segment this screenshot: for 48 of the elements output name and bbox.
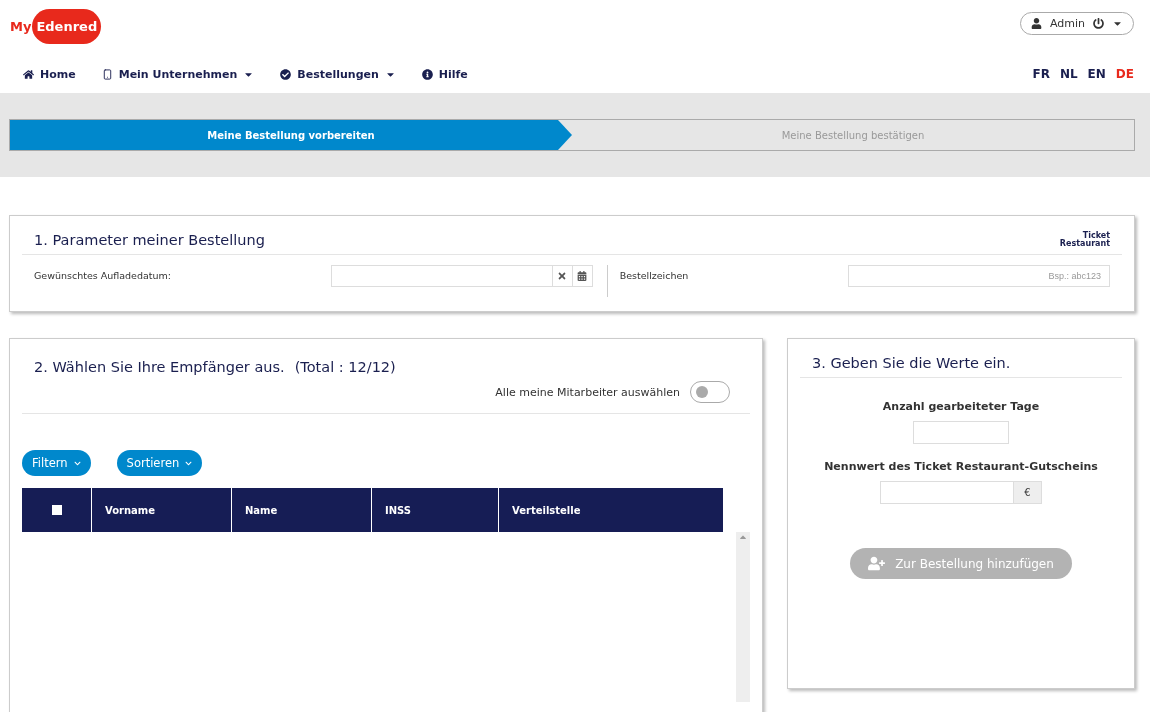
days-field[interactable] (913, 421, 1009, 444)
nav-link[interactable]: Bestellungen (280, 68, 396, 81)
toggle-label: Alle meine Mitarbeiter auswählen (495, 385, 680, 399)
logo[interactable]: My Edenred (10, 8, 468, 44)
user-menu-button[interactable]: Admin (1019, 12, 1134, 35)
logo-badge: Edenred (32, 8, 102, 44)
column-header[interactable]: Name (232, 488, 372, 532)
dropdown-button[interactable]: Sortieren (116, 450, 203, 476)
language-link[interactable]: EN (1087, 67, 1106, 81)
select-all-checkbox[interactable] (51, 505, 62, 515)
field-label: Anzahl gearbeiteter Tage (882, 400, 1040, 413)
column-header[interactable]: INSS (372, 488, 499, 532)
step: Meine Bestellung bestätigen (572, 120, 1134, 150)
language-link[interactable]: NL (1059, 67, 1078, 81)
power-icon (1093, 18, 1104, 29)
language-link[interactable]: FR (1032, 67, 1050, 81)
scrollbar[interactable] (736, 532, 750, 702)
language-link[interactable]: DE (1115, 67, 1134, 81)
add-user-icon (868, 555, 886, 572)
chevron-icon (185, 459, 193, 467)
field-label: Nennwert des Ticket Restaurant-Gutscheins (824, 460, 1098, 473)
clear-icon[interactable] (557, 271, 568, 281)
dropdown-button[interactable]: Filtern (22, 450, 91, 476)
brand-text: Restaurant (1059, 240, 1110, 248)
calendar-icon[interactable] (577, 271, 588, 281)
total-count: (Total : 12/12) (294, 359, 396, 375)
logo-text: My (10, 18, 32, 34)
card-title: 3. Geben Sie die Werte ein. (812, 355, 1011, 371)
card-title: 2. Wählen Sie Ihre Empfänger aus. (34, 359, 285, 375)
home-icon (23, 69, 34, 80)
date-field[interactable] (330, 265, 593, 287)
currency-addon: € (1013, 482, 1041, 503)
column-header[interactable]: Verteilstelle (499, 488, 708, 532)
nav-link[interactable]: Hilfe (421, 68, 468, 81)
user-icon (1030, 18, 1042, 29)
column-header[interactable]: Vorname (92, 488, 232, 532)
field-label: Bestellzeichen (619, 270, 689, 281)
reference-field[interactable]: Bsp.: abc123 (848, 265, 1110, 287)
brand-text: Ticket (1082, 232, 1110, 240)
card-title: 1. Parameter meiner Bestellung (34, 232, 265, 248)
nav-link[interactable]: Mein Unternehmen (101, 68, 255, 81)
nav-link[interactable]: Home (23, 68, 76, 81)
field-label: Gewünschtes Aufladedatum: (34, 270, 171, 281)
info-icon (421, 69, 433, 80)
step: Meine Bestellung vorbereiten (10, 120, 572, 150)
chevron-icon (73, 459, 81, 467)
select-all-toggle[interactable] (690, 381, 730, 403)
value-field[interactable]: € (880, 481, 1042, 504)
